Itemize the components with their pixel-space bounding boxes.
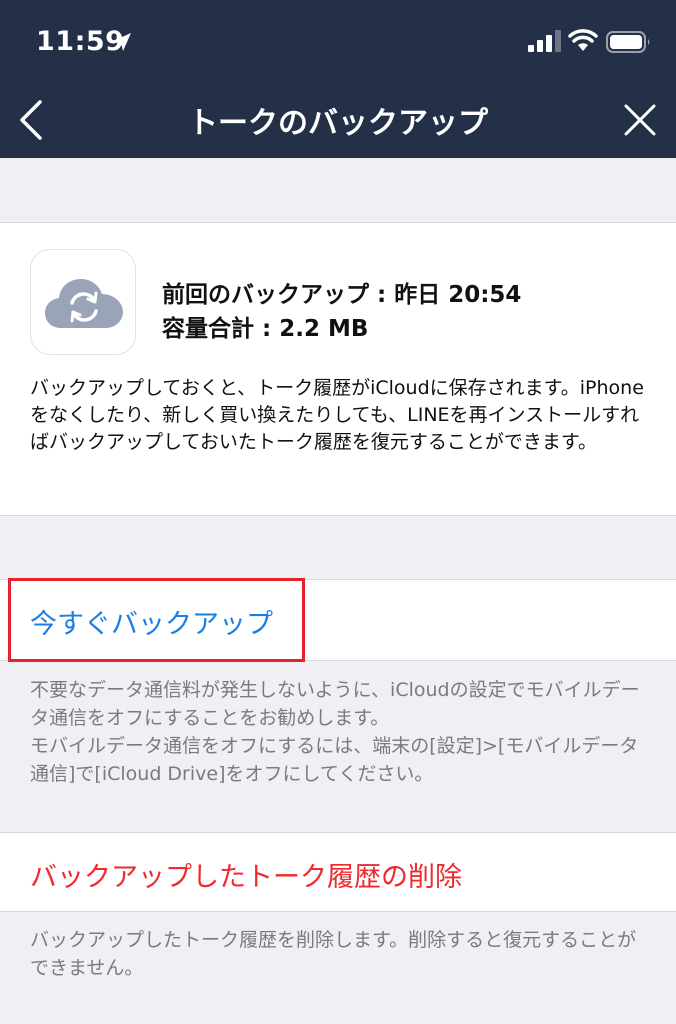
screen: 11:59 トークのバックアップ 前回のバックアップ: 昨日 20:54 容量… bbox=[0, 0, 676, 1024]
delete-note: バックアップしたトーク履歴を削除します。削除すると復元することができません。 bbox=[30, 929, 637, 979]
backup-info-card: 前回のバックアップ : 昨日 20:54 容量合計 : 2.2 MB バックアッ… bbox=[0, 222, 676, 516]
top-bar: 11:59 トークのバックアップ bbox=[0, 0, 676, 158]
wifi-icon bbox=[568, 29, 598, 51]
delete-backup-row[interactable]: バックアップしたトーク履歴の削除 bbox=[0, 832, 676, 912]
page-title: トークのバックアップ bbox=[188, 106, 488, 141]
battery-icon bbox=[606, 31, 650, 53]
backup-note: 不要なデータ通信料が発生しないように、iCloudの設定でモバイルデータ通信をオ… bbox=[30, 676, 655, 788]
highlight-annotation bbox=[8, 578, 305, 662]
backup-description: バックアップしておくと、トーク履歴がiCloudに保存されます。iPhoneをな… bbox=[30, 377, 644, 453]
cloud-sync-icon bbox=[45, 279, 123, 328]
signal-icon bbox=[528, 30, 561, 52]
last-backup-text: 前回のバックアップ : 昨日 20:54 bbox=[162, 282, 522, 308]
close-icon[interactable] bbox=[616, 96, 664, 144]
capacity-text: 容量合計 : 2.2 MB bbox=[162, 316, 369, 342]
backup-note-text: 不要なデータ通信料が発生しないように、iCloudの設定でモバイルデータ通信をオ… bbox=[30, 679, 640, 785]
delete-backup-button[interactable]: バックアップしたトーク履歴の削除 bbox=[30, 855, 462, 894]
location-icon bbox=[113, 33, 131, 51]
cloud-icon-box bbox=[30, 249, 136, 355]
